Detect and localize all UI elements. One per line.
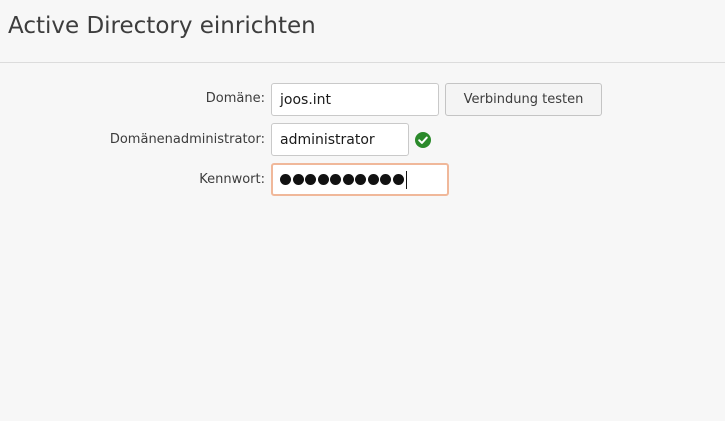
- page-title: Active Directory einrichten: [8, 13, 316, 39]
- password-dot: [305, 174, 316, 185]
- admin-input[interactable]: administrator: [271, 123, 409, 156]
- password-dot: [367, 174, 379, 185]
- ad-setup-form: Domäne: joos.int Verbindung testen Domän…: [0, 63, 725, 421]
- password-label: Kennwort:: [199, 172, 265, 187]
- password-dot: [317, 174, 329, 185]
- password-dot: [380, 174, 391, 185]
- check-circle-icon: [415, 132, 431, 148]
- password-input[interactable]: [271, 163, 449, 196]
- domain-input[interactable]: joos.int: [271, 83, 439, 116]
- text-cursor: [406, 170, 407, 189]
- admin-label: Domänenadministrator:: [109, 132, 265, 147]
- password-dot: [292, 174, 304, 185]
- password-mask: [280, 165, 407, 194]
- password-dot: [342, 174, 354, 185]
- domain-label: Domäne:: [205, 91, 265, 106]
- password-dot: [392, 174, 404, 185]
- test-connection-button[interactable]: Verbindung testen: [445, 83, 602, 116]
- page-header: Active Directory einrichten: [0, 0, 725, 63]
- password-dot: [330, 174, 341, 185]
- password-dot: [355, 174, 366, 185]
- password-dot: [280, 174, 291, 185]
